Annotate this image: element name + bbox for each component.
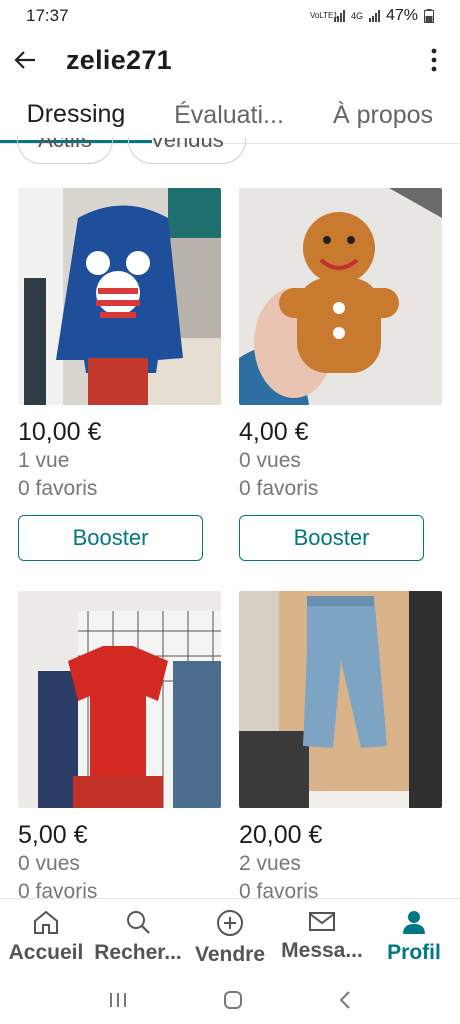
item-price: 5,00 € [18, 821, 88, 849]
nav-profile[interactable]: Profil [368, 899, 460, 980]
tab-bar: Dressing Évaluati... À propos [0, 88, 460, 144]
item-card[interactable]: 20,00 € 2 vues 0 favoris [239, 591, 444, 906]
signal-icon-2 [368, 10, 380, 22]
filter-chips: Actifs Vendus [0, 138, 460, 166]
chevron-left-icon [339, 990, 351, 1009]
network-label-1: VoLTE1 [309, 11, 338, 20]
home-icon [34, 910, 58, 934]
nav-search[interactable]: Recher... [92, 899, 184, 980]
tab-dressing[interactable]: Dressing [0, 88, 152, 143]
nav-home[interactable]: Accueil [0, 899, 92, 980]
recents-icon [109, 992, 126, 1007]
item-views: 2 vues [239, 852, 301, 875]
booster-button[interactable]: Booster [239, 515, 424, 561]
item-card[interactable]: 10,00 € 1 vue 0 favoris Booster [18, 188, 223, 561]
nav-sell[interactable]: Vendre [184, 899, 276, 980]
profile-icon [403, 911, 425, 934]
booster-button[interactable]: Booster [18, 515, 203, 561]
item-price: 20,00 € [239, 821, 323, 849]
more-vertical-icon [431, 48, 437, 72]
nav-home-label: Accueil [8, 941, 84, 964]
item-photo-phone-case[interactable] [239, 188, 442, 405]
bottom-navigation: Accueil Recher... Vendre Messa... Profil [0, 898, 460, 980]
nav-profile-label: Profil [387, 941, 441, 964]
app-bar: zelie271 [0, 32, 460, 88]
search-icon [127, 911, 150, 934]
nav-search-label: Recher... [94, 941, 182, 964]
plus-circle-icon [217, 910, 243, 936]
item-favorites: 0 favoris [239, 477, 319, 500]
system-navigation [0, 980, 460, 1024]
item-favorites: 0 favoris [18, 477, 98, 500]
item-photo-polo[interactable] [18, 591, 221, 808]
item-price: 4,00 € [239, 418, 309, 446]
status-icons: VoLTE1 4G 47% [310, 7, 434, 25]
battery-icon [424, 9, 434, 23]
mail-icon [309, 912, 335, 931]
more-options-button[interactable] [422, 40, 446, 80]
item-views: 0 vues [18, 852, 80, 875]
network-label-2: 4G [350, 11, 363, 21]
nav-sell-label: Vendre [194, 943, 266, 966]
back-system-button[interactable] [338, 990, 352, 1015]
item-views: 0 vues [239, 449, 301, 472]
back-button[interactable] [14, 50, 36, 70]
item-photo-hoodie[interactable] [18, 188, 221, 405]
home-square-icon [223, 990, 242, 1009]
item-views: 1 vue [18, 449, 70, 472]
arrow-left-icon [14, 51, 35, 69]
tab-evaluations[interactable]: Évaluati... [152, 88, 306, 143]
status-bar: 17:37 VoLTE1 4G 47% [0, 0, 460, 32]
item-price: 10,00 € [18, 418, 102, 446]
home-button[interactable] [223, 990, 243, 1015]
page-title: zelie271 [66, 44, 172, 75]
item-card[interactable]: 4,00 € 0 vues 0 favoris Booster [239, 188, 444, 561]
recents-button[interactable] [108, 991, 128, 1014]
item-card[interactable]: 5,00 € 0 vues 0 favoris [18, 591, 223, 906]
status-time: 17:37 [26, 6, 69, 25]
chip-sold[interactable]: Vendus [128, 138, 246, 164]
chip-active[interactable]: Actifs [17, 138, 113, 164]
item-photo-jeans[interactable] [239, 591, 442, 808]
nav-messages[interactable]: Messa... [276, 899, 368, 980]
tab-about[interactable]: À propos [306, 88, 460, 143]
battery-level: 47% [385, 7, 418, 24]
signal-icon-1 [333, 10, 345, 22]
nav-messages-label: Messa... [281, 939, 363, 962]
